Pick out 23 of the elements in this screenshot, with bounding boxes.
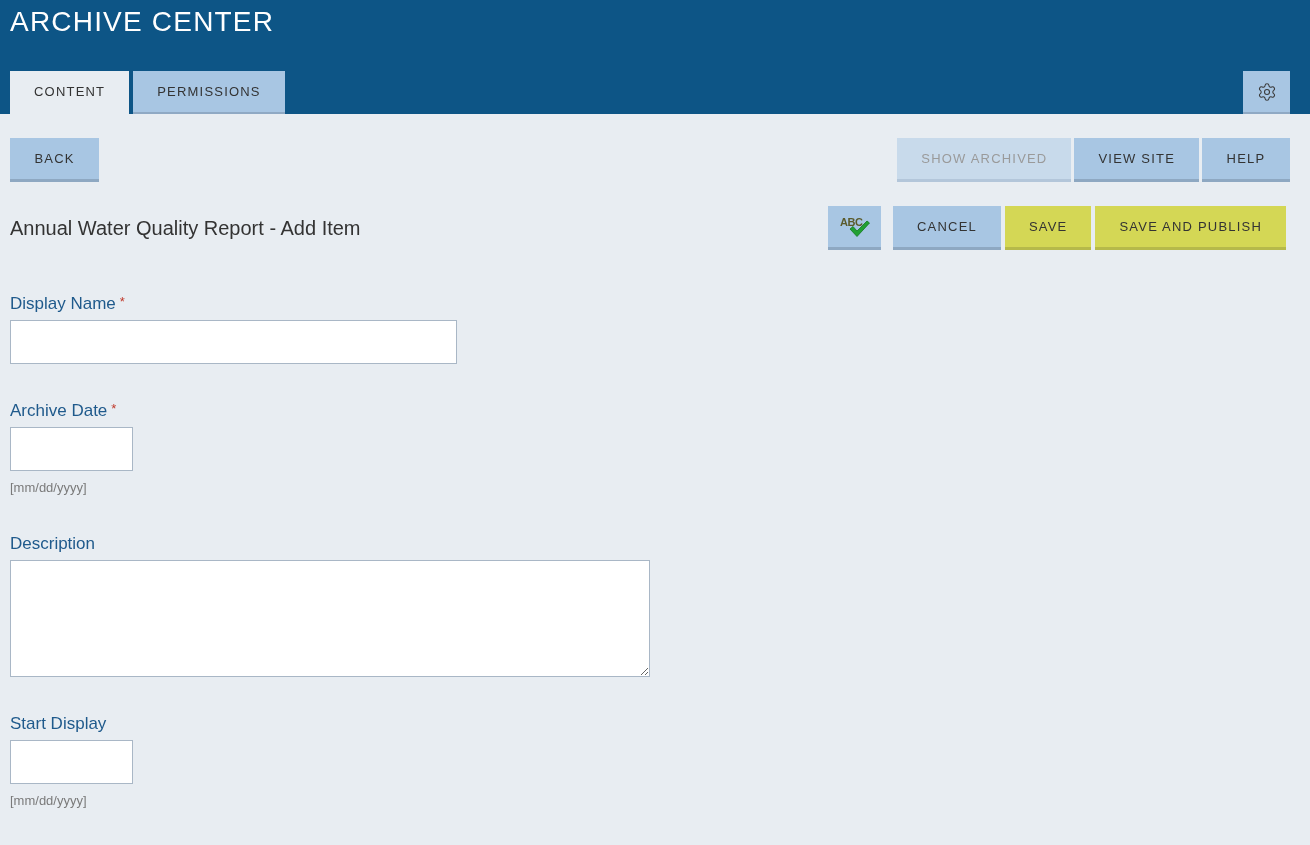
date-format-hint: [mm/dd/yyyy]	[10, 479, 87, 497]
field-label: Start Display	[10, 713, 107, 735]
app-title: ARCHIVE CENTER	[10, 6, 275, 38]
description-textarea[interactable]	[10, 560, 650, 677]
action-button[interactable]: SAVE AND PUBLISH	[1095, 206, 1286, 250]
date-format-hint: [mm/dd/yyyy]	[10, 792, 87, 810]
date-input-field[interactable]	[10, 427, 133, 471]
settings-button[interactable]	[1243, 71, 1290, 114]
field-label: Archive Date *	[10, 400, 117, 422]
tab[interactable]: PERMISSIONS	[133, 71, 285, 114]
toolbar-button[interactable]: HELP	[1202, 138, 1290, 182]
back-button[interactable]: BACK	[10, 138, 99, 182]
settings-icon	[1256, 81, 1277, 102]
action-button[interactable]: CANCEL	[893, 206, 1001, 250]
field-label: Description	[10, 533, 96, 555]
text-input-field[interactable]	[10, 320, 457, 364]
field-label: Display Name *	[10, 293, 125, 315]
action-button[interactable]: SAVE	[1004, 206, 1092, 250]
toolbar-button[interactable]: VIEW SITE	[1074, 138, 1199, 182]
tab[interactable]: CONTENT	[10, 71, 130, 114]
date-input-field[interactable]	[10, 740, 133, 784]
page-title: Annual Water Quality Report - Add Item	[10, 216, 361, 240]
spell-check-button[interactable]: ABC	[828, 206, 881, 250]
